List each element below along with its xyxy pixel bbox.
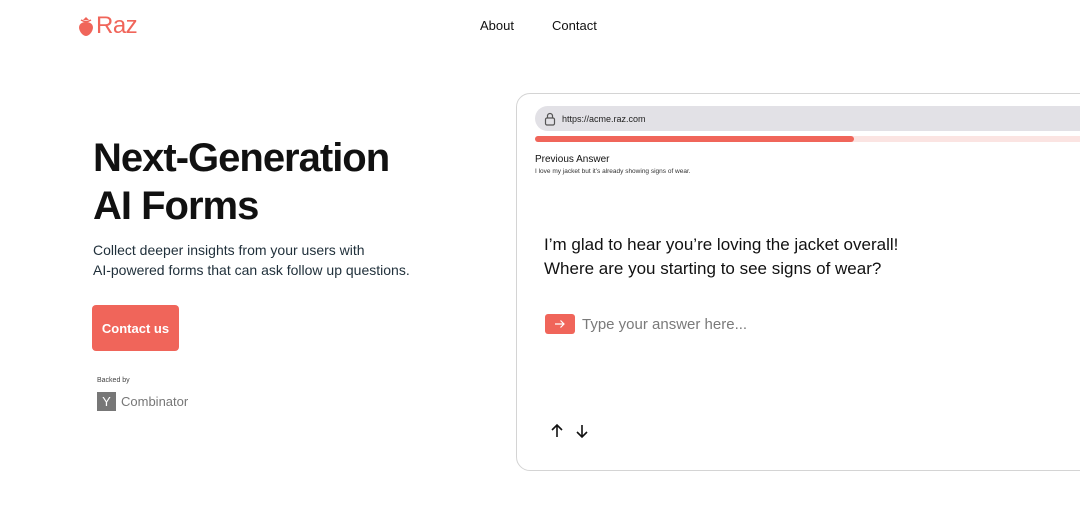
hero-title: Next-Generation AI Forms	[93, 134, 390, 230]
hero-subtitle-line1: Collect deeper insights from your users …	[93, 242, 365, 258]
previous-question-button[interactable]	[549, 423, 565, 439]
arrow-right-icon	[555, 320, 565, 328]
progress-bar-fill	[535, 136, 854, 142]
brand-logo[interactable]: Raz	[78, 12, 138, 40]
answer-input[interactable]	[582, 315, 882, 333]
question-line1: I’m glad to hear you’re loving the jacke…	[544, 235, 899, 254]
strawberry-icon	[79, 17, 93, 36]
nav-contact-link[interactable]: Contact	[552, 18, 597, 33]
lock-icon	[544, 112, 556, 126]
question-line2: Where are you starting to see signs of w…	[544, 259, 882, 278]
yc-logo-name: Combinator	[121, 394, 189, 409]
url-text: https://acme.raz.com	[562, 113, 646, 124]
form-demo-card: https://acme.raz.com Previous Answer I l…	[516, 93, 1080, 471]
browser-url-bar: https://acme.raz.com	[535, 106, 1080, 131]
hero-subtitle: Collect deeper insights from your users …	[93, 240, 423, 280]
answer-row	[545, 314, 882, 334]
hero-title-line2: AI Forms	[93, 184, 259, 228]
yc-logo-mark: Y	[97, 392, 116, 411]
arrow-down-icon	[576, 425, 588, 439]
previous-answer-label: Previous Answer	[535, 154, 610, 165]
hero-subtitle-line2: AI-powered forms that can ask follow up …	[93, 262, 410, 278]
submit-answer-button[interactable]	[545, 314, 575, 334]
next-question-button[interactable]	[574, 423, 590, 439]
progress-bar	[535, 136, 1080, 142]
nav-about-link[interactable]: About	[480, 18, 514, 33]
hero-title-line1: Next-Generation	[93, 136, 390, 180]
question-text: I’m glad to hear you’re loving the jacke…	[544, 233, 964, 281]
arrow-up-icon	[551, 423, 563, 437]
backed-by-label: Backed by	[97, 377, 130, 384]
previous-answer-text: I love my jacket but it’s already showin…	[535, 168, 691, 175]
y-combinator-logo: Y Combinator	[97, 392, 188, 411]
contact-us-button[interactable]: Contact us	[92, 305, 179, 351]
brand-name: Raz	[96, 12, 138, 39]
